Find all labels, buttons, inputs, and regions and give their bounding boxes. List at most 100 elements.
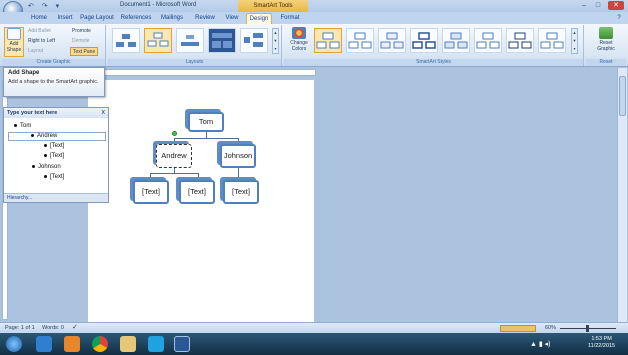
bullet-icon — [44, 153, 47, 157]
clock[interactable]: 1:53 PM 11/22/2015 — [588, 336, 615, 350]
change-colors-button[interactable]: Change Colors — [286, 27, 312, 57]
tab-design[interactable]: Design — [246, 13, 272, 24]
create-graphic-label: Create Graphic — [2, 59, 105, 66]
vertical-scrollbar[interactable] — [617, 68, 627, 322]
styles-gallery-scroll[interactable]: ▲ ▼ ▾ — [571, 28, 578, 54]
bullet-icon — [44, 143, 47, 147]
group-create-graphic: Add Shape Add Bullet Right to Left Layou… — [2, 25, 106, 66]
style-option[interactable] — [474, 28, 502, 53]
internet-explorer-icon[interactable] — [36, 336, 52, 352]
style-preview-icon — [540, 32, 564, 49]
text-pane-button[interactable]: Text Pane — [70, 47, 99, 56]
promote-button[interactable]: Promote — [72, 27, 91, 36]
status-bar: Page: 1 of 1 Words: 0 ✓ 60% — [0, 322, 628, 333]
tab-insert[interactable]: Insert — [54, 13, 76, 24]
hierarchy-layout-icon — [147, 32, 169, 47]
reset-label: Reset — [586, 59, 626, 66]
file-explorer-icon[interactable] — [120, 336, 136, 352]
smartart-node[interactable]: Johnson — [220, 144, 256, 168]
layout-option[interactable] — [240, 28, 268, 53]
tab-view[interactable]: View — [222, 13, 242, 24]
style-preview-icon — [508, 32, 532, 49]
help-icon[interactable]: ? — [614, 13, 624, 24]
tab-format[interactable]: Format — [278, 13, 302, 24]
connector-line — [206, 131, 207, 138]
style-option[interactable] — [346, 28, 374, 53]
smartart-node-selected[interactable]: Andrew — [156, 144, 192, 168]
text-pane-item[interactable]: [Text] — [44, 143, 64, 149]
smartart-node[interactable]: [Text] — [179, 180, 215, 204]
smartart-text-pane: Type your text here x Tom ▫ Andrew [Text… — [3, 107, 109, 203]
start-button-icon[interactable] — [6, 336, 22, 352]
style-preview-icon — [412, 32, 436, 49]
style-option[interactable] — [442, 28, 470, 53]
layout-option[interactable] — [112, 28, 140, 53]
text-pane-item[interactable]: [Text] — [44, 174, 64, 180]
layout-option[interactable] — [176, 28, 204, 53]
style-option[interactable] — [506, 28, 534, 53]
reset-graphic-icon — [599, 27, 613, 39]
tab-home[interactable]: Home — [28, 13, 50, 24]
view-buttons[interactable] — [500, 325, 536, 332]
tab-mailings[interactable]: Mailings — [158, 13, 186, 24]
group-smartart-styles: Change Colors ▲ ▼ ▾ SmartArt Styles — [284, 25, 584, 66]
color-palette-icon — [292, 27, 306, 39]
add-bullet-button[interactable]: Add Bullet — [28, 27, 51, 36]
rotate-handle[interactable] — [172, 131, 177, 136]
text-pane-title: Type your text here — [7, 110, 58, 116]
hierarchy-layout-icon — [244, 33, 263, 47]
close-button[interactable]: ✕ — [608, 1, 624, 10]
skype-icon[interactable] — [148, 336, 164, 352]
style-option-selected[interactable] — [314, 28, 342, 53]
style-option[interactable] — [378, 28, 406, 53]
page-count[interactable]: Page: 1 of 1 — [5, 323, 35, 333]
text-pane-item[interactable]: Johnson — [32, 164, 61, 170]
smartart-node-root[interactable]: Tom — [188, 112, 224, 132]
zoom-slider-thumb[interactable] — [586, 325, 589, 332]
document-page[interactable]: Tom Andrew Johnson [Text] [Text] [Text] — [88, 80, 314, 323]
close-icon[interactable]: x — [102, 108, 106, 118]
connector-line — [238, 167, 239, 180]
tab-references[interactable]: References — [120, 13, 152, 24]
text-pane-item-selected[interactable]: ▫ Andrew — [8, 132, 106, 141]
horizontal-ruler[interactable] — [88, 69, 316, 76]
title-bar: ↶ ↷ ▾ Document1 - Microsoft Word SmartAr… — [0, 0, 628, 21]
zoom-level[interactable]: 60% — [545, 323, 556, 333]
add-shape-icon — [7, 28, 21, 40]
tab-review[interactable]: Review — [192, 13, 218, 24]
layout-option-selected[interactable] — [144, 28, 172, 53]
maximize-button[interactable]: □ — [592, 1, 604, 10]
text-pane-footer-link[interactable]: Hierarchy... — [4, 193, 108, 202]
word-count[interactable]: Words: 0 — [42, 323, 64, 333]
windows-taskbar: ▲ ▮ ◂) 1:53 PM 11/22/2015 — [0, 333, 628, 355]
right-to-left-button[interactable]: Right to Left — [28, 37, 55, 46]
quick-access-toolbar[interactable]: ↶ ↷ ▾ — [28, 2, 62, 10]
connector-line — [174, 138, 238, 139]
smartart-tools-context-title: SmartArt Tools — [238, 0, 308, 12]
add-shape-tooltip: Add Shape Add a shape to the SmartArt gr… — [3, 67, 105, 97]
text-pane-header: Type your text here x — [4, 108, 108, 118]
media-player-icon[interactable] — [64, 336, 80, 352]
style-option[interactable] — [538, 28, 566, 53]
tab-page-layout[interactable]: Page Layout — [80, 13, 114, 24]
demote-button[interactable]: Demote — [72, 37, 90, 46]
text-pane-item[interactable]: Tom — [14, 123, 31, 129]
chrome-icon[interactable] — [92, 336, 108, 352]
connector-line — [150, 173, 198, 174]
scrollbar-thumb[interactable] — [619, 76, 626, 116]
ribbon: Add Shape Add Bullet Right to Left Layou… — [0, 24, 628, 67]
style-option[interactable] — [410, 28, 438, 53]
text-pane-item[interactable]: [Text] — [44, 153, 64, 159]
layout-option[interactable] — [208, 28, 236, 53]
tooltip-body: Add a shape to the SmartArt graphic. — [8, 79, 99, 85]
smartart-node[interactable]: [Text] — [133, 180, 169, 204]
add-shape-button[interactable]: Add Shape — [4, 27, 24, 57]
smartart-node[interactable]: [Text] — [223, 180, 259, 204]
tray-icons[interactable]: ▲ ▮ ◂) — [530, 340, 551, 348]
word-icon[interactable] — [174, 336, 190, 352]
proofing-icon[interactable]: ✓ — [72, 323, 78, 333]
reset-graphic-button[interactable]: Reset Graphic — [594, 27, 618, 57]
layouts-gallery-scroll[interactable]: ▲ ▼ ▾ — [272, 28, 279, 54]
minimize-button[interactable]: – — [578, 1, 590, 10]
layout-button[interactable]: Layout — [28, 47, 43, 56]
